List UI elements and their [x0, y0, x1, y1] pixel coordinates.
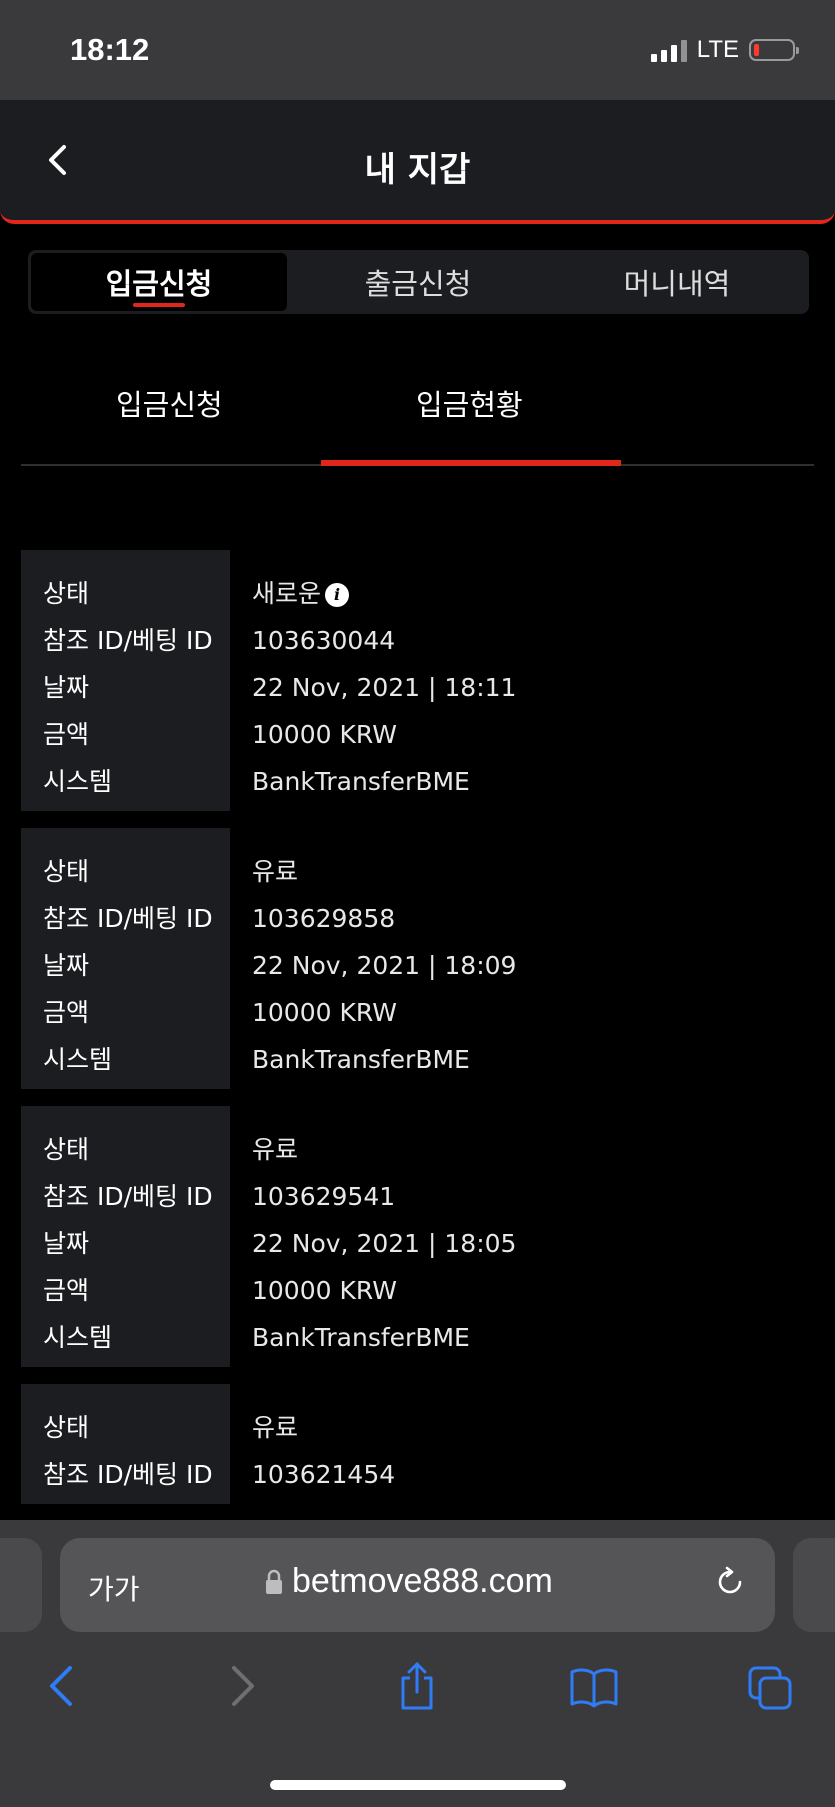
- status-value: 유료: [252, 857, 299, 886]
- ref-id-value: 103629858: [252, 904, 396, 933]
- date-label: 날짜: [43, 1229, 90, 1258]
- ref-id-value: 103621454: [252, 1460, 396, 1489]
- deposit-record: 상태 참조 ID/베팅 ID 유료 103621454: [21, 1384, 814, 1504]
- record-labels: 상태 참조 ID/베팅 ID 날짜 금액 시스템: [21, 1106, 230, 1367]
- date-label: 날짜: [43, 673, 90, 702]
- deposit-records-list: 상태 참조 ID/베팅 ID 날짜 금액 시스템 새로운 i 103630044 …: [21, 550, 814, 1504]
- date-value: 22 Nov, 2021 | 18:05: [252, 1229, 517, 1258]
- record-values: 유료 103621454: [230, 1384, 395, 1504]
- status-value: 유료: [252, 1413, 299, 1442]
- address-bar[interactable]: 가가 betmove888.com: [60, 1538, 775, 1632]
- ref-id-label: 참조 ID/베팅 ID: [43, 1182, 213, 1211]
- bookmarks-icon[interactable]: [568, 1660, 620, 1712]
- record-values: 유료 103629858 22 Nov, 2021 | 18:09 10000 …: [230, 828, 516, 1089]
- url-text: betmove888.com: [292, 1562, 553, 1600]
- ref-id-label: 참조 ID/베팅 ID: [43, 626, 213, 655]
- status-value: 새로운: [252, 579, 322, 608]
- tab-withdraw-request[interactable]: 출금신청: [290, 253, 546, 311]
- record-labels: 상태 참조 ID/베팅 ID: [21, 1384, 230, 1504]
- deposit-sub-tabs: 입금신청 입금현황: [21, 360, 814, 466]
- system-value: BankTransferBME: [252, 767, 470, 796]
- status-label: 상태: [43, 857, 90, 886]
- active-subtab-indicator: [321, 460, 621, 466]
- tabs-icon[interactable]: [746, 1660, 796, 1712]
- back-icon[interactable]: [40, 1660, 84, 1712]
- lock-icon: [266, 1569, 282, 1594]
- ref-id-value: 103629541: [252, 1182, 396, 1211]
- status-value-row: 새로운 i: [252, 570, 516, 617]
- reload-icon[interactable]: [713, 1565, 747, 1599]
- status-time: 18:12: [70, 32, 150, 67]
- record-values: 유료 103629541 22 Nov, 2021 | 18:05 10000 …: [230, 1106, 516, 1367]
- system-value: BankTransferBME: [252, 1323, 470, 1352]
- system-label: 시스템: [43, 1045, 113, 1074]
- battery-icon: [749, 39, 799, 61]
- deposit-record: 상태 참조 ID/베팅 ID 날짜 금액 시스템 유료 103629541 22…: [21, 1106, 814, 1367]
- ref-id-label: 참조 ID/베팅 ID: [43, 1460, 213, 1489]
- network-label: LTE: [696, 36, 739, 63]
- status-label: 상태: [43, 1413, 90, 1442]
- amount-label: 금액: [43, 998, 90, 1027]
- browser-toolbar: 가가 betmove888.com: [0, 1520, 835, 1807]
- record-values: 새로운 i 103630044 22 Nov, 2021 | 18:11 1000…: [230, 550, 516, 811]
- status-bar: 18:12 LTE: [0, 0, 835, 100]
- tab-label: 입금신청: [105, 267, 213, 301]
- subtab-deposit-request[interactable]: 입금신청: [116, 382, 223, 424]
- info-icon[interactable]: i: [325, 583, 350, 607]
- status-label: 상태: [43, 579, 90, 608]
- deposit-record: 상태 참조 ID/베팅 ID 날짜 금액 시스템 유료 103629858 22…: [21, 828, 814, 1089]
- deposit-record: 상태 참조 ID/베팅 ID 날짜 금액 시스템 새로운 i 103630044 …: [21, 550, 814, 811]
- page-title: 내 지갑: [364, 150, 471, 190]
- previous-tab-peek[interactable]: [0, 1538, 42, 1632]
- tab-label: 출금신청: [364, 267, 472, 301]
- forward-icon[interactable]: [220, 1660, 264, 1712]
- tab-money-history[interactable]: 머니내역: [549, 253, 805, 311]
- tab-deposit-request[interactable]: 입금신청: [31, 253, 287, 311]
- amount-value: 10000 KRW: [252, 998, 397, 1027]
- home-indicator: [270, 1780, 566, 1790]
- system-label: 시스템: [43, 767, 113, 796]
- amount-label: 금액: [43, 1276, 90, 1305]
- date-label: 날짜: [43, 951, 90, 980]
- status-value: 유료: [252, 1135, 299, 1164]
- amount-value: 10000 KRW: [252, 1276, 397, 1305]
- record-labels: 상태 참조 ID/베팅 ID 날짜 금액 시스템: [21, 828, 230, 1089]
- record-labels: 상태 참조 ID/베팅 ID 날짜 금액 시스템: [21, 550, 230, 811]
- amount-value: 10000 KRW: [252, 720, 397, 749]
- ref-id-label: 참조 ID/베팅 ID: [43, 904, 213, 933]
- subtab-deposit-status[interactable]: 입금현황: [416, 382, 523, 424]
- next-tab-peek[interactable]: [793, 1538, 835, 1632]
- system-value: BankTransferBME: [252, 1045, 470, 1074]
- tab-label: 머니내역: [623, 267, 731, 301]
- system-label: 시스템: [43, 1323, 113, 1352]
- date-value: 22 Nov, 2021 | 18:11: [252, 673, 517, 702]
- ref-id-value: 103630044: [252, 626, 396, 655]
- text-size-button[interactable]: 가가: [88, 1568, 140, 1608]
- share-icon[interactable]: [395, 1660, 439, 1712]
- status-label: 상태: [43, 1135, 90, 1164]
- date-value: 22 Nov, 2021 | 18:09: [252, 951, 517, 980]
- active-tab-indicator: [133, 303, 185, 307]
- status-indicators: LTE: [650, 36, 799, 64]
- wallet-segment-tabs: 입금신청 출금신청 머니내역: [28, 250, 809, 314]
- app-header: 내 지갑: [0, 100, 835, 224]
- signal-icon: [650, 38, 687, 62]
- amount-label: 금액: [43, 720, 90, 749]
